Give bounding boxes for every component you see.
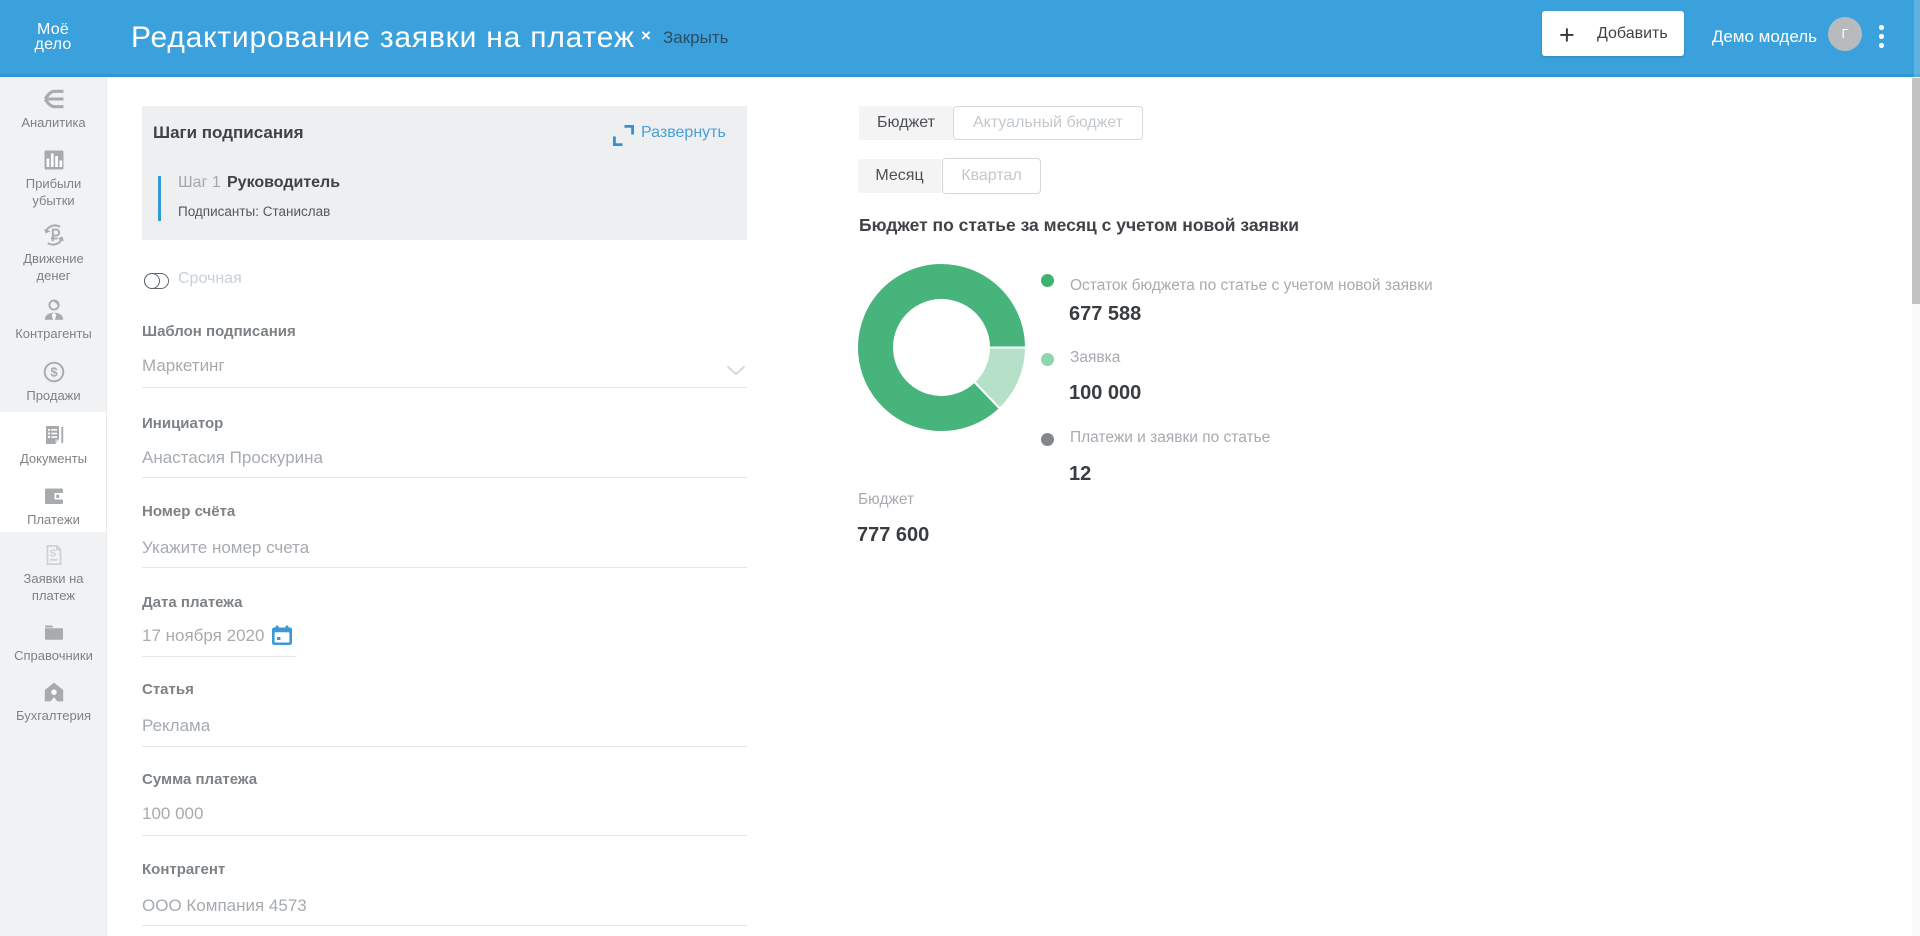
svg-text:$: $ (50, 365, 58, 380)
svg-text:S: S (49, 548, 56, 559)
